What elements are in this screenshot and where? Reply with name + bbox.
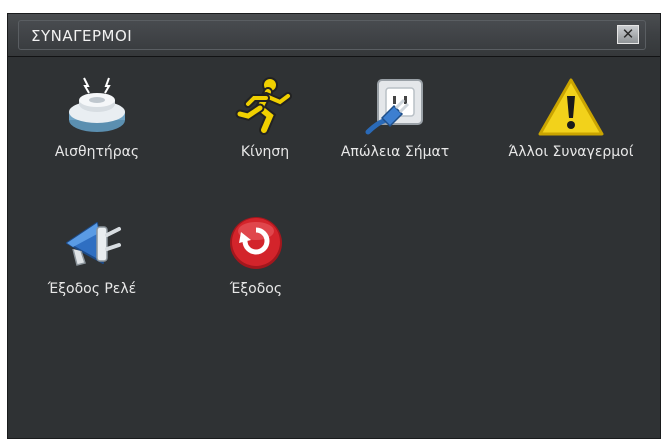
power-plug-icon <box>365 79 423 135</box>
close-icon: ✕ <box>621 25 635 43</box>
menu-item-label: Έξοδος Ρελέ <box>47 281 137 297</box>
title-bar: ΣΥΝΑΓΕΡΜΟΙ ✕ <box>8 14 660 57</box>
menu-item-label: Αισθητήρας <box>54 144 140 160</box>
running-man-icon <box>235 77 292 135</box>
menu-item-label: Κίνηση <box>240 144 290 160</box>
alarms-dialog: ΣΥΝΑΓΕΡΜΟΙ ✕ Αισθητήρας Κίνηση Απώλεια Σ… <box>7 13 661 439</box>
menu-item-label: Άλλοι Συναγερμοί <box>508 144 634 160</box>
exit-icon <box>230 217 282 269</box>
menu-item-label: Απώλεια Σήματ <box>340 144 450 160</box>
title-bar-frame: ΣΥΝΑΓΕΡΜΟΙ ✕ <box>18 20 646 50</box>
menu-item-relay-output[interactable]: Έξοδος Ρελέ <box>17 213 167 297</box>
menu-item-motion[interactable]: Κίνηση <box>190 76 340 160</box>
warning-icon <box>538 78 604 136</box>
smoke-detector-icon <box>69 77 125 132</box>
menu-item-label: Έξοδος <box>229 281 283 297</box>
dialog-title: ΣΥΝΑΓΕΡΜΟΙ <box>31 27 133 45</box>
close-button[interactable]: ✕ <box>617 25 639 44</box>
relay-output-icon <box>66 222 121 266</box>
menu-item-other-alarms[interactable]: Άλλοι Συναγερμοί <box>496 76 646 160</box>
menu-item-sensor[interactable]: Αισθητήρας <box>22 76 172 160</box>
menu-item-signal-loss[interactable]: Απώλεια Σήματ <box>320 76 470 160</box>
menu-item-exit[interactable]: Έξοδος <box>181 213 331 297</box>
